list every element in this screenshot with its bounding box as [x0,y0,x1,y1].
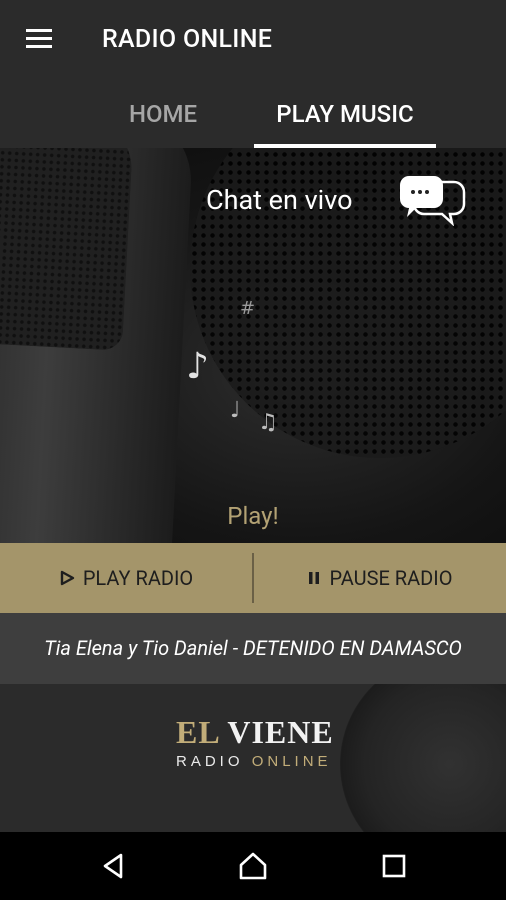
system-navigation-bar [0,832,506,900]
back-triangle-icon[interactable] [97,850,129,882]
playback-status: Play! [227,502,279,530]
turntable-graphic [340,684,506,832]
tab-home[interactable]: HOME [92,80,234,148]
pause-radio-button[interactable]: PAUSE RADIO [254,543,506,613]
logo-word-viene: VIENE [227,714,334,750]
logo-word-radio: RADIO [176,753,244,770]
footer: EL VIENE RADIO ONLINE [0,684,506,832]
recent-apps-icon[interactable] [378,850,410,882]
app-bar: RADIO ONLINE [0,0,506,80]
play-icon [59,570,75,586]
now-playing-text: Tia Elena y Tio Daniel - DETENIDO EN DAM… [0,613,506,684]
beamed-notes-icon: ♫ [258,410,278,435]
hero-background: Chat en vivo # ♪ ♩ ♫ Play! [0,148,506,543]
pause-radio-label: PAUSE RADIO [329,566,453,590]
quarter-note-icon: ♩ [230,398,241,423]
player-controls: PLAY RADIO PAUSE RADIO [0,543,506,613]
microphone-grill [0,148,135,351]
play-radio-label: PLAY RADIO [82,566,194,590]
home-icon[interactable] [237,850,269,882]
pause-icon [307,570,321,586]
eighth-note-icon: ♪ [186,346,209,387]
microphone-graphic [0,148,195,543]
station-logo: EL VIENE RADIO ONLINE [176,714,334,770]
play-radio-button[interactable]: PLAY RADIO [0,543,252,613]
sharp-note-icon: # [240,298,256,319]
tab-play-music[interactable]: PLAY MUSIC [254,80,436,148]
tab-bar: HOME PLAY MUSIC [0,80,506,148]
chat-bubbles-icon[interactable] [396,174,466,227]
hamburger-menu-icon[interactable] [26,29,54,51]
chat-live-label[interactable]: Chat en vivo [206,184,353,216]
logo-word-online: ONLINE [251,753,332,770]
logo-word-el: EL [176,714,219,750]
app-title: RADIO ONLINE [102,25,273,54]
